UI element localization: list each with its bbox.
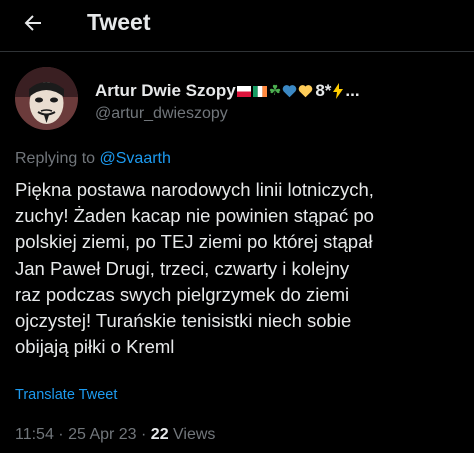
tweet-date[interactable]: 25 Apr 23 xyxy=(68,426,137,443)
top-bar: Tweet xyxy=(0,0,474,46)
arrow-left-icon xyxy=(24,15,41,31)
name-ellipsis: ... xyxy=(345,81,360,100)
masked-face-avatar-icon xyxy=(15,67,78,130)
back-button[interactable] xyxy=(18,8,48,38)
views-count: 22 xyxy=(150,426,169,443)
header-divider xyxy=(0,51,474,52)
translate-tweet-link[interactable]: Translate Tweet xyxy=(15,387,117,403)
poland-flag-icon xyxy=(236,85,251,97)
tweet-text: Piękna postawa narodowych linii lotniczy… xyxy=(15,177,470,360)
name-suffix: 8* xyxy=(315,81,332,100)
page-title: Tweet xyxy=(87,9,151,35)
avatar[interactable] xyxy=(15,67,78,130)
author-username[interactable]: @artur_dwieszopy xyxy=(95,105,228,123)
tweet-line: obijają piłki o Kreml xyxy=(15,336,175,358)
yellow-heart-icon xyxy=(299,85,313,98)
tweet-line: raz podczas swych pielgrzymek do ziemi xyxy=(15,283,350,305)
tweet-line: Jan Paweł Drugi, trzeci, czwarty i kolej… xyxy=(15,257,350,279)
replying-to: Replying to @Svaarth xyxy=(15,150,171,168)
meta-separator: · xyxy=(53,426,69,443)
meta-separator: · xyxy=(136,426,151,443)
tweet-line: ojczystej! Turańskie tenisistki niech so… xyxy=(15,310,352,332)
author-name-row[interactable]: Artur Dwie Szopy ☘ 8* ... xyxy=(95,81,360,101)
replying-prefix: Replying to xyxy=(15,150,96,167)
tweet-line: polskiej ziemi, po TEJ ziemi po której s… xyxy=(15,231,373,253)
tweet-line: Piękna postawa narodowych linii lotniczy… xyxy=(15,179,374,200)
tweet-time[interactable]: 11:54 xyxy=(15,426,54,443)
blue-heart-icon xyxy=(283,85,297,98)
author-display-name: Artur Dwie Szopy xyxy=(95,81,236,100)
shamrock-icon: ☘ xyxy=(268,83,282,99)
tweet-line: zuchy! Żaden kacap nie powinien stąpać p… xyxy=(15,205,374,227)
ireland-flag-icon xyxy=(252,85,267,97)
views-label: Views xyxy=(168,426,216,443)
reply-handle-link[interactable]: @Svaarth xyxy=(100,150,171,167)
lightning-icon xyxy=(333,83,344,99)
tweet-meta: 11:54 · 25 Apr 23 · 22 Views xyxy=(15,426,215,444)
